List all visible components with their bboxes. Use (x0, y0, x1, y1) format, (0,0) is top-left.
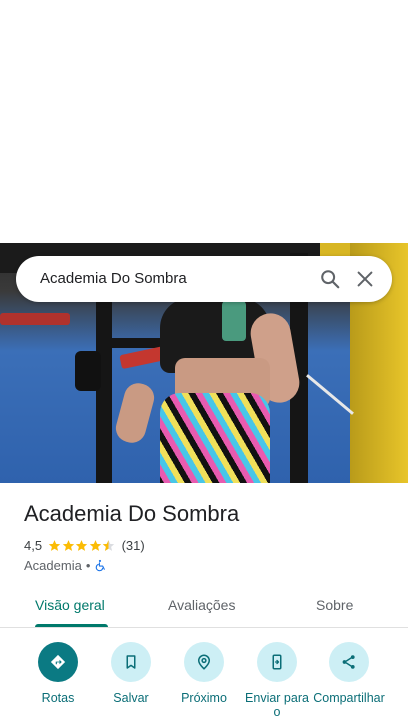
nearby-button[interactable]: Próximo (164, 642, 244, 705)
rating-row[interactable]: 4,5 (31) (24, 537, 145, 553)
photo-person-hand (112, 380, 158, 446)
save-label: Salvar (113, 691, 149, 705)
share-button[interactable]: Compartilhar (309, 642, 389, 705)
star-icon (48, 539, 61, 551)
rating-stars (48, 539, 116, 552)
directions-button[interactable]: Rotas (18, 642, 98, 705)
save-button[interactable]: Salvar (91, 642, 171, 705)
photo-floor-line (306, 374, 354, 415)
search-icon[interactable] (315, 264, 345, 294)
reviews-count: (31) (121, 537, 145, 553)
active-tab-indicator (35, 624, 108, 627)
category-label: Academia (24, 557, 82, 573)
category-row: Academia • (24, 557, 107, 573)
star-half-icon (102, 539, 115, 551)
directions-label: Rotas (41, 691, 75, 705)
photo-weight-plate (75, 351, 101, 391)
send-to-phone-button[interactable]: Enviar para o (237, 642, 317, 719)
star-icon (62, 539, 74, 551)
photo-bench (0, 313, 70, 325)
rating-value: 4,5 (24, 537, 43, 553)
share-icon (329, 642, 369, 682)
photo-phone (222, 301, 246, 341)
separator-dot: • (85, 557, 91, 573)
send-to-phone-icon (257, 642, 297, 682)
star-icon (89, 539, 101, 551)
close-icon[interactable] (350, 264, 380, 294)
nearby-label: Próximo (181, 691, 227, 705)
nearby-icon (184, 642, 224, 682)
share-label: Compartilhar (313, 691, 385, 705)
tab-bar: Visão geral Avaliações Sobre (0, 588, 408, 628)
tab-overview[interactable]: Visão geral (35, 597, 105, 613)
place-title: Academia Do Sombra (24, 501, 240, 526)
send-to-phone-label: Enviar para o (245, 691, 309, 719)
action-bar: Rotas Salvar Próximo Enviar para o Compa… (0, 640, 408, 726)
bookmark-icon (111, 642, 151, 682)
wheelchair-icon (96, 559, 106, 571)
directions-icon (38, 642, 78, 682)
search-input[interactable]: Academia Do Sombra (40, 270, 187, 287)
photo-person-leggings (160, 393, 270, 483)
star-icon (75, 539, 88, 551)
search-bar[interactable]: Academia Do Sombra (16, 256, 392, 302)
tab-reviews[interactable]: Avaliações (168, 597, 235, 613)
tab-about[interactable]: Sobre (316, 597, 353, 613)
